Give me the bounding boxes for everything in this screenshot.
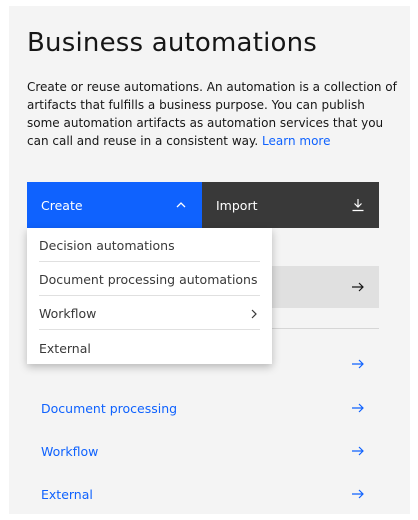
page-description: Create or reuse automations. An automati… xyxy=(27,78,397,150)
list-item-external[interactable]: External xyxy=(27,473,379,515)
arrow-right-icon xyxy=(351,357,365,371)
arrow-right-icon xyxy=(351,444,365,458)
chevron-right-icon xyxy=(248,308,260,320)
import-button[interactable]: Import xyxy=(202,182,379,228)
arrow-right-icon xyxy=(351,487,365,501)
download-icon xyxy=(351,198,365,212)
menu-item-label: Document processing automations xyxy=(39,272,258,287)
list-item-label: Workflow xyxy=(41,443,99,459)
list-item-document-processing[interactable]: Document processing xyxy=(27,387,379,429)
arrow-right-icon xyxy=(351,401,365,415)
create-button-label: Create xyxy=(41,197,83,213)
arrow-right-icon xyxy=(351,280,365,294)
import-button-label: Import xyxy=(216,197,258,213)
business-automations-panel: Business automations Create or reuse aut… xyxy=(9,6,410,514)
learn-more-link[interactable]: Learn more xyxy=(262,134,330,148)
menu-item-label: Decision automations xyxy=(39,238,175,253)
create-button[interactable]: Create xyxy=(27,182,202,228)
chevron-up-icon xyxy=(174,198,188,212)
description-text: Create or reuse automations. An automati… xyxy=(27,80,397,148)
page-title: Business automations xyxy=(27,28,318,58)
list-item-workflow[interactable]: Workflow xyxy=(27,430,379,472)
menu-item-decision-automations[interactable]: Decision automations xyxy=(39,228,260,262)
menu-item-external[interactable]: External xyxy=(39,330,260,364)
menu-item-document-processing-automations[interactable]: Document processing automations xyxy=(39,262,260,296)
list-item-label: External xyxy=(41,486,93,502)
menu-item-label: External xyxy=(39,340,91,356)
menu-item-label: Workflow xyxy=(39,306,97,321)
create-dropdown-menu: Decision automations Document processing… xyxy=(27,228,272,364)
action-buttons: Create Import xyxy=(27,182,379,228)
list-item-label: Document processing xyxy=(41,400,178,416)
menu-item-workflow[interactable]: Workflow xyxy=(39,296,260,330)
